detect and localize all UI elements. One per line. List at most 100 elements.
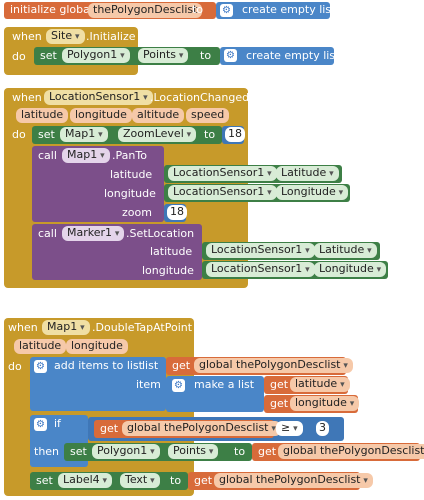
do-label: do [12, 50, 26, 63]
compare-block[interactable]: get global thePolygonDesclist ≥ 3 [88, 417, 344, 441]
param-latitude[interactable]: latitude [14, 339, 67, 354]
to-label: to [200, 49, 212, 62]
locationsensor-longitude-getter[interactable]: LocationSensor1 Longitude [164, 184, 350, 202]
global-var-dropdown[interactable]: global thePolygonDesclist [194, 358, 353, 373]
param-altitude[interactable]: altitude [132, 108, 185, 123]
locationsensor1-component-dropdown[interactable]: LocationSensor1 [206, 262, 315, 277]
map1-component-dropdown[interactable]: Map1 [42, 320, 90, 335]
points-property-dropdown[interactable]: Points [138, 48, 189, 63]
get-label: get [100, 422, 119, 435]
gear-icon[interactable]: ⚙ [34, 360, 47, 373]
marker1-component-dropdown[interactable]: Marker1 [62, 226, 125, 241]
locationsensor1-component-dropdown[interactable]: LocationSensor1 [168, 185, 277, 200]
longitude-property-dropdown[interactable]: Longitude [314, 262, 387, 277]
zoom-number-block[interactable]: 18 [222, 126, 245, 144]
initialize-global-label: initialize global [10, 3, 93, 16]
label4-component-dropdown[interactable]: Label4 [58, 473, 113, 488]
to-label: to [234, 445, 246, 458]
map1-component-dropdown[interactable]: Map1 [60, 127, 108, 142]
item-arg-label: item [136, 378, 161, 391]
initialize-event-label: .Initialize [86, 30, 136, 43]
double-tap-event-label: .DoubleTapAtPoint [92, 321, 193, 334]
locationsensor1-component-dropdown[interactable]: LocationSensor1 [206, 243, 315, 258]
locationsensor-latitude-getter[interactable]: LocationSensor1 Latitude [164, 165, 342, 183]
longitude-var-dropdown[interactable]: longitude [290, 396, 360, 411]
when-label: when [12, 91, 42, 104]
global-var-name-field[interactable]: thePolygonDesclist [88, 3, 203, 18]
zoom-number-block[interactable]: 18 [164, 204, 187, 222]
when-label: when [8, 321, 38, 334]
then-label: then [34, 445, 60, 458]
latitude-property-dropdown[interactable]: Latitude [276, 166, 339, 181]
gear-icon[interactable]: ⚙ [172, 379, 185, 392]
param-longitude[interactable]: longitude [70, 108, 132, 123]
zoom-number-field[interactable]: 18 [225, 127, 245, 142]
latitude-arg-label: latitude [150, 245, 193, 258]
zoom-number-field[interactable]: 18 [167, 205, 187, 220]
param-latitude[interactable]: latitude [16, 108, 69, 123]
site-component-dropdown[interactable]: Site [46, 29, 85, 44]
get-label: get [172, 359, 191, 372]
global-var-dropdown[interactable]: global thePolygonDesclist [122, 421, 281, 436]
get-global-var-block[interactable]: get global thePolygonDesclist [188, 472, 373, 490]
when-label: when [12, 30, 42, 43]
get-global-var-block[interactable]: get global thePolygonDesclist [166, 357, 353, 375]
location-changed-event-label: .LocationChanged [150, 91, 250, 104]
text-property-dropdown[interactable]: Text [120, 473, 160, 488]
global-var-dropdown[interactable]: global thePolygonDesclist [278, 444, 424, 459]
to-label: to [192, 3, 204, 16]
latitude-arg-label: latitude [110, 168, 153, 181]
latitude-var-dropdown[interactable]: latitude [290, 377, 350, 392]
compare-value-field[interactable]: 3 [316, 421, 329, 436]
zoom-arg-label: zoom [122, 206, 152, 219]
set-label: set [36, 474, 53, 487]
set-label: set [70, 445, 87, 458]
create-empty-list-block[interactable]: ⚙ create empty list [220, 47, 339, 65]
list-arg-label: list [142, 359, 159, 372]
locationsensor-longitude-getter[interactable]: LocationSensor1 Longitude [202, 261, 388, 279]
locationsensor1-component-dropdown[interactable]: LocationSensor1 [44, 90, 153, 105]
locationsensor1-component-dropdown[interactable]: LocationSensor1 [168, 166, 277, 181]
get-label: get [270, 378, 289, 391]
to-label: to [170, 474, 182, 487]
create-empty-list-label: create empty list [242, 3, 336, 16]
setlocation-method-label: .SetLocation [126, 227, 195, 240]
compare-operator-dropdown[interactable]: ≥ [276, 421, 303, 436]
panto-method-label: .PanTo [112, 149, 147, 162]
initialize-global-block[interactable]: initialize global thePolygonDesclist to [4, 2, 216, 19]
points-property-dropdown[interactable]: Points [168, 444, 219, 459]
set-polygon-points-block[interactable]: set Polygon1 Points to [34, 47, 220, 65]
set-map-zoomlevel-block[interactable]: set Map1 ZoomLevel to [32, 126, 222, 144]
call-label: call [38, 149, 57, 162]
zoomlevel-property-dropdown[interactable]: ZoomLevel [118, 127, 197, 142]
do-label: do [8, 360, 22, 373]
param-longitude[interactable]: longitude [66, 339, 128, 354]
polygon1-component-dropdown[interactable]: Polygon1 [92, 444, 160, 459]
get-longitude-block[interactable]: get longitude [264, 395, 360, 413]
gear-icon[interactable]: ⚙ [224, 49, 237, 62]
map1-component-dropdown[interactable]: Map1 [62, 148, 110, 163]
if-label: if [54, 417, 61, 430]
longitude-property-dropdown[interactable]: Longitude [276, 185, 349, 200]
gear-icon[interactable]: ⚙ [34, 418, 47, 431]
do-label: do [12, 128, 26, 141]
get-global-var-block[interactable]: get global thePolygonDesclist [252, 443, 424, 461]
set-label: set [38, 128, 55, 141]
locationsensor-latitude-getter[interactable]: LocationSensor1 Latitude [202, 242, 380, 260]
set-label4-text-block[interactable]: set Label4 Text to [30, 472, 188, 490]
get-latitude-block[interactable]: get latitude [264, 376, 350, 394]
gear-icon[interactable]: ⚙ [220, 4, 233, 17]
set-polygon-points-block[interactable]: set Polygon1 Points to [64, 443, 252, 461]
create-empty-list-label: create empty list [246, 49, 340, 62]
polygon1-component-dropdown[interactable]: Polygon1 [62, 48, 130, 63]
get-label: get [194, 474, 213, 487]
to-label: to [204, 128, 216, 141]
get-global-var-block[interactable]: get global thePolygonDesclist [94, 420, 281, 438]
param-speed[interactable]: speed [186, 108, 230, 123]
get-label: get [258, 445, 277, 458]
global-var-dropdown[interactable]: global thePolygonDesclist [214, 473, 373, 488]
make-a-list-label: make a list [194, 378, 255, 391]
latitude-property-dropdown[interactable]: Latitude [314, 243, 377, 258]
create-empty-list-block[interactable]: ⚙ create empty list [216, 2, 335, 19]
longitude-arg-label: longitude [104, 187, 156, 200]
